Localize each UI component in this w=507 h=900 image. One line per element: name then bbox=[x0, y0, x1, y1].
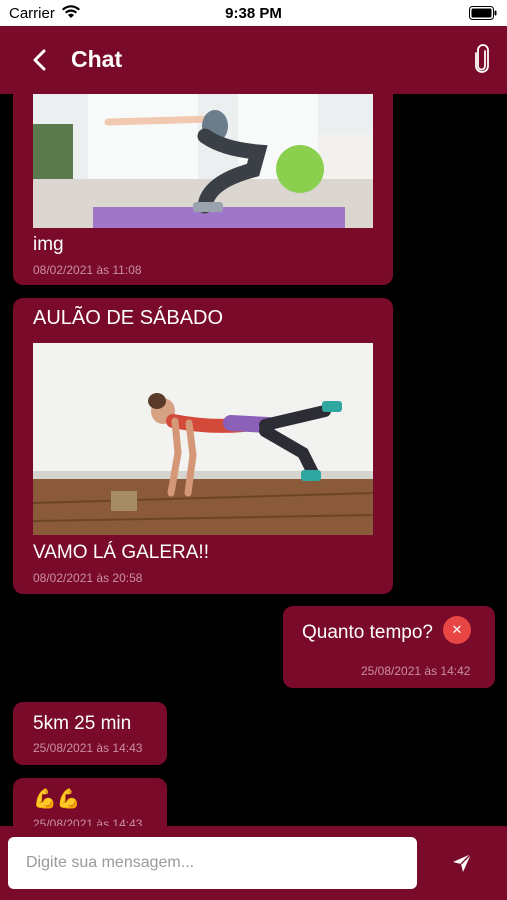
message-text: 💪💪 bbox=[33, 789, 81, 810]
page-title: Chat bbox=[71, 46, 123, 72]
message-bubble[interactable]: AULÃO DE SÁBADO VAMO LÁ GALERA!! 08/02/2… bbox=[13, 298, 393, 594]
message-timestamp: 08/02/2021 às 11:08 bbox=[33, 263, 142, 277]
composer-bar: Digite sua mensagem... bbox=[0, 826, 507, 900]
message-timestamp: 25/08/2021 às 14:42 bbox=[361, 664, 471, 678]
chevron-left-icon[interactable] bbox=[30, 46, 50, 74]
status-time: 9:38 PM bbox=[225, 5, 282, 22]
close-icon[interactable]: ✕ bbox=[443, 616, 471, 644]
message-title: AULÃO DE SÁBADO bbox=[33, 307, 224, 329]
message-input[interactable]: Digite sua mensagem... bbox=[8, 837, 417, 889]
message-text: img bbox=[33, 234, 64, 255]
message-bubble-sent[interactable]: Quanto tempo? ✕ 25/08/2021 às 14:42 bbox=[283, 606, 495, 688]
message-bubble[interactable]: 5km 25 min 25/08/2021 às 14:43 bbox=[13, 702, 167, 765]
message-text: Quanto tempo? bbox=[302, 622, 433, 643]
message-bubble[interactable]: img 08/02/2021 às 11:08 bbox=[13, 94, 393, 285]
chat-header: Chat bbox=[0, 26, 507, 94]
message-text: VAMO LÁ GALERA!! bbox=[33, 542, 209, 563]
workout-plank-photo bbox=[33, 343, 373, 535]
message-image[interactable] bbox=[33, 94, 373, 228]
paperclip-icon[interactable] bbox=[473, 44, 491, 74]
battery-icon bbox=[469, 6, 497, 20]
message-timestamp: 25/08/2021 às 14:43 bbox=[33, 817, 143, 826]
send-icon[interactable] bbox=[452, 853, 472, 873]
message-bubble[interactable]: 💪💪 25/08/2021 às 14:43 bbox=[13, 778, 167, 826]
message-text: 5km 25 min bbox=[33, 713, 132, 734]
message-image[interactable] bbox=[33, 343, 373, 535]
message-timestamp: 08/02/2021 às 20:58 bbox=[33, 571, 143, 585]
chat-messages[interactable]: img 08/02/2021 às 11:08 AULÃO DE SÁBADO bbox=[0, 94, 507, 826]
status-bar: Carrier 9:38 PM bbox=[0, 0, 507, 26]
message-timestamp: 25/08/2021 às 14:43 bbox=[33, 741, 143, 755]
workout-squat-photo bbox=[33, 94, 373, 228]
